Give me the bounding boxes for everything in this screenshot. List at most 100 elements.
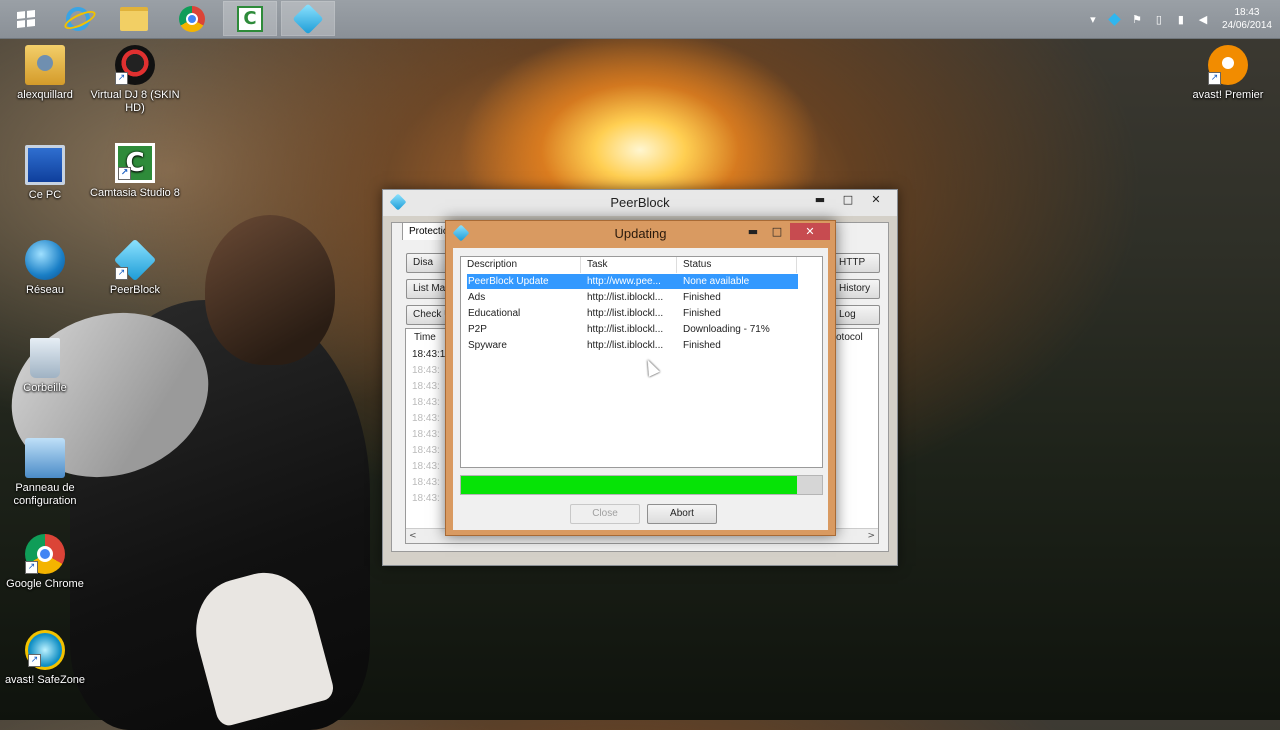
update-row[interactable]: Spyware http://list.iblockl... Finished bbox=[467, 338, 798, 353]
battery-icon[interactable]: ▯ bbox=[1152, 12, 1166, 26]
column-status[interactable]: Status bbox=[677, 257, 797, 273]
taskbar-internet-explorer[interactable] bbox=[52, 2, 104, 35]
row-description: Educational bbox=[468, 308, 521, 319]
desktop-icon-chrome[interactable]: ↗ Google Chrome bbox=[0, 534, 90, 591]
desktop-icon-control-panel[interactable]: Panneau de configuration bbox=[0, 438, 90, 508]
virtualdj-icon: ↗ bbox=[115, 45, 155, 85]
update-row[interactable]: P2P http://list.iblockl... Downloading -… bbox=[467, 322, 798, 337]
safezone-icon: ↗ bbox=[25, 630, 65, 670]
log-row: 18:43: bbox=[412, 413, 440, 424]
column-time[interactable]: Time bbox=[414, 332, 436, 343]
system-tray: ▾ ⚑ ▯ ▮ ◀ 18:43 24/06/2014 bbox=[1082, 0, 1280, 38]
desktop-icon-avast-premier[interactable]: ↗ avast! Premier bbox=[1183, 45, 1273, 102]
clock[interactable]: 18:43 24/06/2014 bbox=[1222, 6, 1272, 32]
recycle-bin-icon bbox=[30, 338, 60, 378]
log-row: 18:43: bbox=[412, 493, 440, 504]
log-row: 18:43:1 bbox=[412, 349, 446, 360]
taskbar-file-explorer[interactable] bbox=[108, 2, 160, 35]
log-row: 18:43: bbox=[412, 381, 440, 392]
taskbar: C ▾ ⚑ ▯ ▮ ◀ 18:43 24/06/2014 bbox=[0, 0, 1280, 39]
update-progress-bar bbox=[460, 475, 823, 495]
close-dialog-button[interactable]: Close bbox=[570, 504, 640, 524]
chrome-icon: ↗ bbox=[25, 534, 65, 574]
start-button[interactable] bbox=[0, 2, 52, 35]
shortcut-arrow-icon: ↗ bbox=[1208, 72, 1221, 85]
row-task: http://list.iblockl... bbox=[587, 292, 664, 303]
tray-overflow-icon[interactable]: ▾ bbox=[1086, 12, 1100, 26]
peerblock-icon bbox=[292, 2, 324, 35]
column-protocol[interactable]: otocol bbox=[836, 332, 863, 343]
wallpaper-surfer-head bbox=[205, 215, 335, 365]
minimize-button[interactable]: ▬ bbox=[807, 190, 833, 210]
taskbar-peerblock[interactable] bbox=[281, 1, 335, 36]
tray-peerblock-icon[interactable] bbox=[1108, 12, 1122, 26]
window-title: PeerBlock bbox=[610, 195, 670, 210]
abort-button[interactable]: Abort bbox=[647, 504, 717, 524]
flag-icon[interactable]: ⚑ bbox=[1130, 12, 1144, 26]
user-folder-icon bbox=[25, 45, 65, 85]
shortcut-arrow-icon: ↗ bbox=[118, 167, 131, 180]
shortcut-arrow-icon: ↗ bbox=[25, 561, 38, 574]
row-status: Downloading - 71% bbox=[683, 324, 770, 335]
log-row: 18:43: bbox=[412, 397, 440, 408]
http-button[interactable]: HTTP bbox=[832, 253, 880, 273]
camtasia-icon: C bbox=[237, 5, 263, 32]
desktop-icon-recycle-bin[interactable]: Corbeille bbox=[0, 338, 90, 395]
row-task: http://www.pee... bbox=[587, 276, 661, 287]
desktop-icon-label: Corbeille bbox=[23, 382, 67, 394]
peerblock-titlebar[interactable]: PeerBlock ▬ □ ✕ bbox=[383, 190, 897, 216]
desktop-icon-camtasia[interactable]: C ↗ Camtasia Studio 8 bbox=[90, 143, 180, 200]
maximize-button[interactable]: □ bbox=[766, 223, 788, 240]
row-status: Finished bbox=[683, 340, 721, 351]
row-description: Spyware bbox=[468, 340, 507, 351]
maximize-button[interactable]: □ bbox=[835, 190, 861, 210]
row-status: Finished bbox=[683, 292, 721, 303]
desktop-icon-label: Google Chrome bbox=[6, 578, 84, 590]
windows-logo-icon bbox=[17, 9, 35, 28]
network-icon bbox=[25, 240, 65, 280]
log-button[interactable]: Log bbox=[832, 305, 880, 325]
camtasia-icon: C ↗ bbox=[115, 143, 155, 183]
desktop-icon-user-folder[interactable]: alexquillard bbox=[0, 45, 90, 102]
update-row[interactable]: PeerBlock Update http://www.pee... None … bbox=[467, 274, 798, 289]
row-task: http://list.iblockl... bbox=[587, 324, 664, 335]
desktop-icon-peerblock[interactable]: ↗ PeerBlock bbox=[90, 238, 180, 297]
scroll-left-icon[interactable]: < bbox=[409, 529, 417, 543]
log-row: 18:43: bbox=[412, 445, 440, 456]
shortcut-arrow-icon: ↗ bbox=[28, 654, 41, 667]
update-row[interactable]: Ads http://list.iblockl... Finished bbox=[467, 290, 798, 305]
control-panel-icon bbox=[25, 438, 65, 478]
peerblock-icon bbox=[452, 224, 470, 242]
column-task[interactable]: Task bbox=[581, 257, 677, 273]
column-description[interactable]: Description bbox=[461, 257, 581, 273]
desktop-icon-network[interactable]: Réseau bbox=[0, 240, 90, 297]
update-row[interactable]: Educational http://list.iblockl... Finis… bbox=[467, 306, 798, 321]
close-button[interactable]: ✕ bbox=[790, 223, 830, 240]
volume-icon[interactable]: ◀ bbox=[1196, 12, 1210, 26]
updating-titlebar[interactable]: Updating ▬ □ ✕ bbox=[446, 221, 835, 247]
desktop-icon-virtualdj[interactable]: ↗ Virtual DJ 8 (SKIN HD) bbox=[90, 45, 180, 115]
close-button[interactable]: ✕ bbox=[863, 190, 889, 210]
desktop-icon-label: avast! Premier bbox=[1192, 89, 1264, 101]
clock-date: 24/06/2014 bbox=[1221, 20, 1272, 31]
network-tray-icon[interactable]: ▮ bbox=[1174, 12, 1188, 26]
taskbar-camtasia[interactable]: C bbox=[223, 1, 277, 36]
computer-icon bbox=[25, 145, 65, 185]
row-task: http://list.iblockl... bbox=[587, 340, 664, 351]
desktop-icon-label: Virtual DJ 8 (SKIN HD) bbox=[90, 89, 180, 114]
log-row: 18:43: bbox=[412, 477, 440, 488]
desktop-icon-label: Réseau bbox=[26, 284, 64, 296]
scroll-right-icon[interactable]: > bbox=[867, 529, 875, 543]
desktop-icon-label: PeerBlock bbox=[109, 284, 161, 296]
desktop-icon-label: Ce PC bbox=[28, 189, 62, 201]
clock-time: 18:43 bbox=[1234, 7, 1260, 18]
row-description: PeerBlock Update bbox=[468, 276, 549, 287]
desktop-icon-safezone[interactable]: ↗ avast! SafeZone bbox=[0, 630, 90, 687]
row-status: None available bbox=[683, 276, 750, 287]
history-button[interactable]: History bbox=[832, 279, 880, 299]
row-description: Ads bbox=[468, 292, 486, 303]
desktop-icon-this-pc[interactable]: Ce PC bbox=[0, 145, 90, 202]
minimize-button[interactable]: ▬ bbox=[742, 223, 764, 240]
row-description: P2P bbox=[468, 324, 487, 335]
taskbar-chrome[interactable] bbox=[166, 2, 218, 35]
